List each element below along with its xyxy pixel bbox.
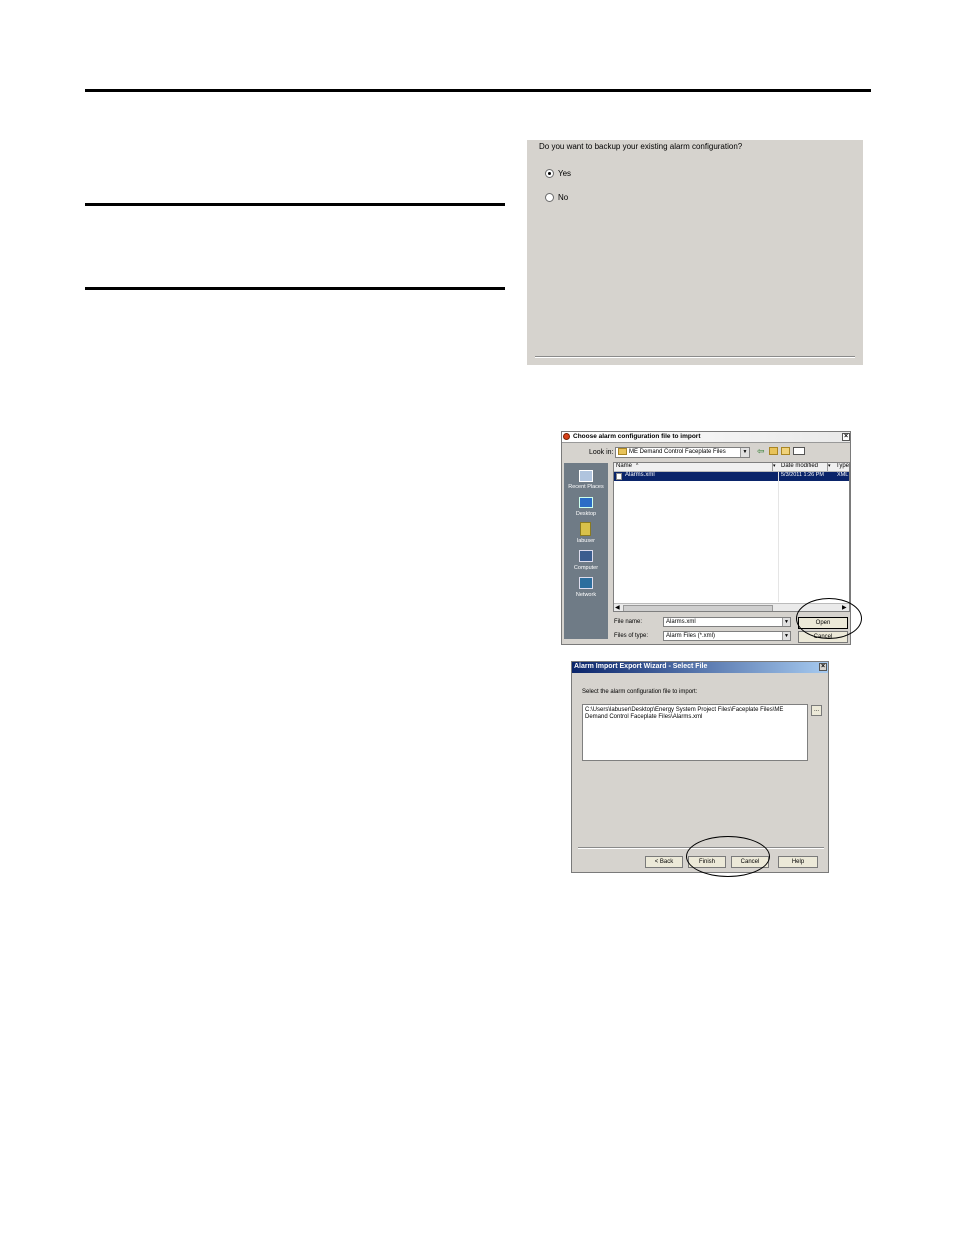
desktop-icon[interactable] xyxy=(579,497,593,508)
chevron-down-icon: ▼ xyxy=(782,618,790,626)
file-name-input[interactable]: Alarms.xml ▼ xyxy=(663,617,791,627)
folder-icon xyxy=(618,448,627,455)
place-user-label[interactable]: labuser xyxy=(566,538,606,544)
wizard-titlebar: Alarm Import Export Wizard - Select File… xyxy=(572,662,828,673)
look-in-value: ME Demand Control Faceplate Files xyxy=(629,449,726,456)
file-name: Alarms.xml xyxy=(625,472,655,478)
column-date-dropdown[interactable]: ▾ xyxy=(827,463,834,471)
section-rule-top xyxy=(85,203,505,206)
file-name-label: File name: xyxy=(614,619,643,625)
place-computer-label[interactable]: Computer xyxy=(566,565,606,571)
backup-dialog: Do you want to backup your existing alar… xyxy=(527,140,863,365)
column-name-sort-icon: ^ xyxy=(636,463,639,469)
look-in-label: Look in: xyxy=(589,449,614,456)
file-path-line2: Demand Control Faceplate Files\Alarms.xm… xyxy=(585,714,703,720)
column-type[interactable]: Type xyxy=(836,463,849,469)
chevron-down-icon: ▼ xyxy=(782,632,790,640)
no-label[interactable]: No xyxy=(558,193,568,202)
file-date: 5/3/2011 1:26 PM xyxy=(781,472,825,478)
file-type-select[interactable]: Alarm Files (*.xml) ▼ xyxy=(663,631,791,641)
wizard-prompt: Select the alarm configuration file to i… xyxy=(582,689,698,695)
finish-button-highlight xyxy=(686,836,770,877)
backup-question: Do you want to backup your existing alar… xyxy=(539,142,743,151)
place-recent-label[interactable]: Recent Places xyxy=(566,484,606,490)
user-folder-icon[interactable] xyxy=(580,522,591,536)
app-icon xyxy=(563,433,570,440)
back-button[interactable]: < Back xyxy=(645,856,683,868)
places-bar: Recent Places Desktop labuser Computer N… xyxy=(564,463,608,639)
browse-button[interactable]: ... xyxy=(811,705,822,716)
yes-radio[interactable] xyxy=(545,169,554,178)
column-name-dropdown[interactable]: ▾ xyxy=(772,463,779,471)
file-type-label: Files of type: xyxy=(614,633,649,639)
column-divider xyxy=(778,472,779,602)
network-icon[interactable] xyxy=(579,577,593,589)
view-menu-icon[interactable] xyxy=(793,447,805,455)
wizard-title: Alarm Import Export Wizard - Select File xyxy=(574,663,708,670)
recent-places-icon[interactable] xyxy=(579,470,593,482)
file-name-value: Alarms.xml xyxy=(666,619,696,625)
place-network-label[interactable]: Network xyxy=(566,592,606,598)
column-date[interactable]: Date modified xyxy=(781,463,818,469)
yes-label[interactable]: Yes xyxy=(558,169,571,178)
close-icon[interactable]: × xyxy=(819,663,827,671)
xml-file-icon xyxy=(616,473,622,480)
open-button-highlight xyxy=(796,598,862,639)
scroll-left-icon[interactable]: ◀ xyxy=(615,604,620,611)
back-arrow-icon[interactable]: ⇦ xyxy=(757,446,765,457)
scroll-thumb[interactable] xyxy=(623,605,773,611)
file-path-line1: C:\Users\labuser\Desktop\Energy System P… xyxy=(585,707,784,713)
column-name[interactable]: Name xyxy=(616,463,632,469)
help-button[interactable]: Help xyxy=(778,856,818,868)
file-list[interactable]: Name ^ ▾ Date modified ▾ Type Alarms.xml… xyxy=(613,462,850,612)
place-desktop-label[interactable]: Desktop xyxy=(566,511,606,517)
header-rule xyxy=(85,89,871,92)
no-radio[interactable] xyxy=(545,193,554,202)
file-type-value: Alarm Files (*.xml) xyxy=(666,633,715,639)
backup-divider xyxy=(535,356,855,358)
open-dialog-titlebar: Choose alarm configuration file to impor… xyxy=(562,432,850,443)
look-in-select[interactable]: ME Demand Control Faceplate Files ▼ xyxy=(615,447,750,458)
file-path-field[interactable]: C:\Users\labuser\Desktop\Energy System P… xyxy=(582,704,808,761)
up-folder-icon[interactable] xyxy=(769,447,778,455)
chevron-down-icon: ▼ xyxy=(740,448,749,457)
list-item[interactable]: Alarms.xml 5/3/2011 1:26 PM XML xyxy=(614,472,849,481)
close-icon[interactable]: × xyxy=(842,433,850,441)
new-folder-icon[interactable] xyxy=(781,447,790,455)
file-type: XML xyxy=(837,472,849,478)
computer-icon[interactable] xyxy=(579,550,593,562)
section-rule-bottom xyxy=(85,287,505,290)
open-dialog-title: Choose alarm configuration file to impor… xyxy=(573,433,701,440)
